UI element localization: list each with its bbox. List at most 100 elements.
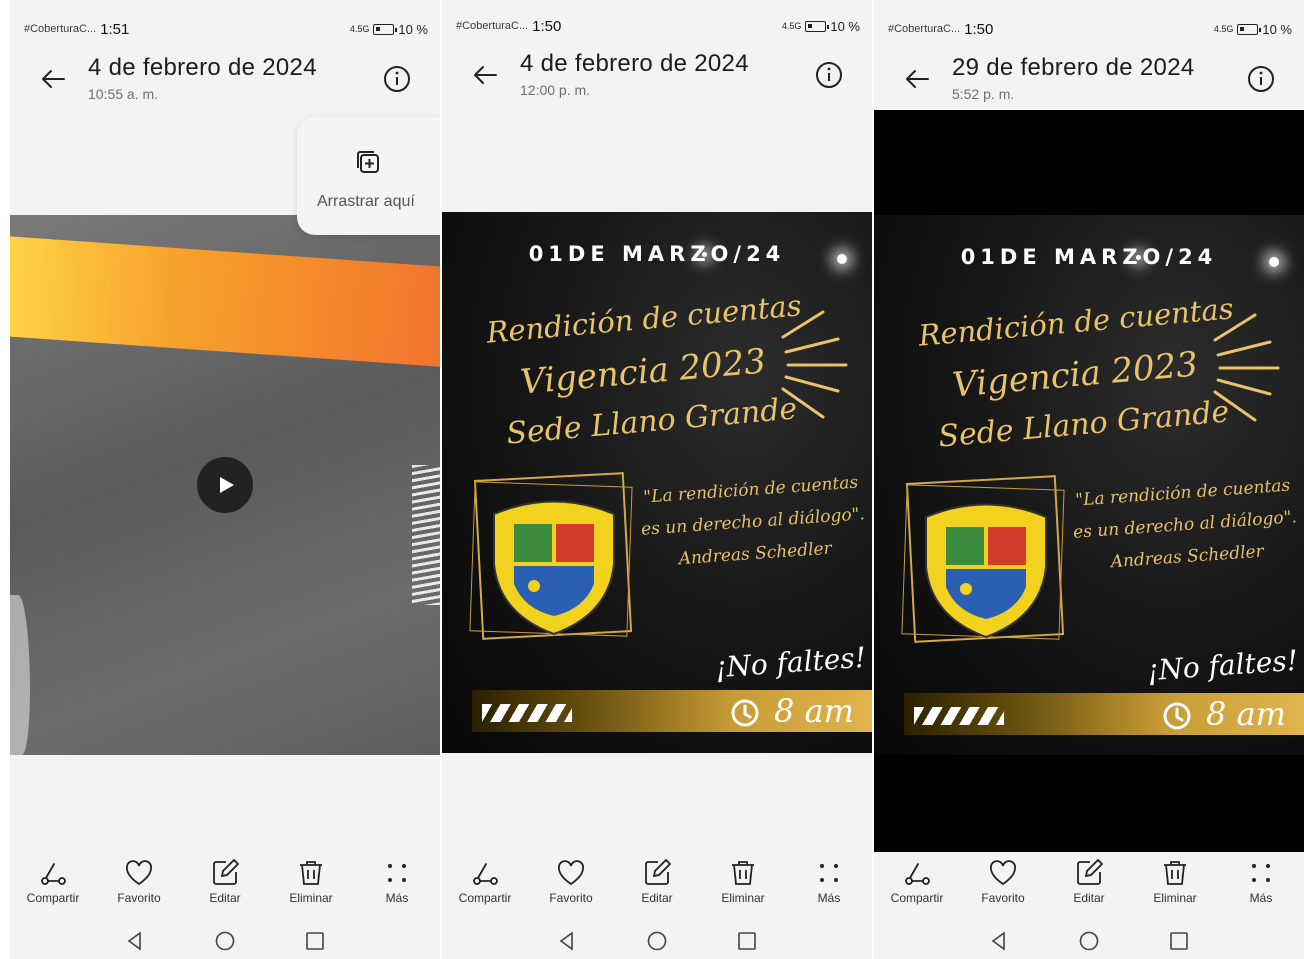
share-icon [473,863,498,885]
delete-button[interactable]: Eliminar [700,858,786,910]
share-icon [41,863,66,885]
clock-icon [1163,702,1191,730]
share-button[interactable]: Compartir [442,858,528,910]
poster-image[interactable]: 01DE MARZO/24 Rendición de cuentas Vigen… [874,215,1304,755]
delete-button[interactable]: Eliminar [1132,858,1218,910]
home-circle-icon[interactable] [214,930,236,952]
back-arrow-icon[interactable] [38,64,68,94]
heart-icon [990,860,1016,886]
favorite-label: Favorito [117,891,161,905]
share-label: Compartir [890,891,944,905]
edit-button[interactable]: Editar [1046,858,1132,910]
share-button[interactable]: Compartir [10,858,96,910]
home-circle-icon[interactable] [646,930,668,952]
battery-icon [805,20,830,32]
photo-header: 4 de febrero de 2024 12:00 p. m. [442,48,872,104]
share-button[interactable]: Compartir [874,858,960,910]
recents-square-icon[interactable] [736,930,758,952]
more-label: Más [385,891,409,905]
status-bar: #CoberturaC... 1:50 4.5G 10 % [456,15,860,37]
share-label: Compartir [458,891,512,905]
back-arrow-icon[interactable] [902,64,932,94]
school-crest-icon [493,500,615,636]
recents-square-icon[interactable] [304,930,326,952]
back-arrow-icon[interactable] [470,60,500,90]
quote-text: "La rendición de cuentas es un derecho a… [1072,475,1298,543]
favorite-label: Favorito [981,891,1025,905]
status-bar: #CoberturaC... 1:50 4.5G 10 % [888,18,1292,40]
delete-button[interactable]: Eliminar [268,858,354,910]
edit-label: Editar [1073,891,1105,905]
stripe-decoration [482,704,572,722]
phone-screen-1: #CoberturaC... 1:51 4.5G 10 % 4 de febre… [10,0,440,959]
photo-time-subtitle: 10:55 a. m. [88,86,159,102]
drag-drop-label: Arrastrar aquí [317,193,415,210]
photo-date-title: 29 de febrero de 2024 [952,54,1195,81]
paper-tear-left [10,595,30,755]
favorite-button[interactable]: Favorito [960,858,1046,910]
play-button[interactable] [197,457,253,513]
back-triangle-icon[interactable] [124,930,146,952]
more-icon [388,864,406,882]
add-to-album-icon [357,151,379,173]
poster-date: 01DE MARZO/24 [960,245,1218,269]
info-icon[interactable] [1246,64,1276,94]
back-triangle-icon[interactable] [556,930,578,952]
heart-icon [558,860,584,886]
more-label: Más [1249,891,1273,905]
poster-time: 8 am [1206,695,1286,733]
quote-author: Andreas Schedler [678,538,833,570]
edit-button[interactable]: Editar [182,858,268,910]
info-icon[interactable] [382,64,412,94]
poster-image[interactable]: 01DE MARZO/24 Rendición de cuentas Vigen… [442,212,872,753]
favorite-button[interactable]: Favorito [528,858,614,910]
share-icon [905,863,930,885]
phone-screen-2: #CoberturaC... 1:50 4.5G 10 % 4 de febre… [442,0,872,959]
heart-icon [126,860,152,886]
recents-square-icon[interactable] [1168,930,1190,952]
home-circle-icon[interactable] [1078,930,1100,952]
more-button[interactable]: Más [354,858,440,910]
signal-icon: 4.5G [781,20,802,31]
photo-header: 4 de febrero de 2024 10:55 a. m. [10,52,440,108]
battery-level: 10 % [830,18,860,34]
clock-time: 1:50 [532,17,562,35]
school-crest-icon [925,503,1047,639]
signal-icon: 4.5G [349,23,370,34]
share-label: Compartir [26,891,80,905]
sunburst-rays [1213,313,1280,422]
poster-time: 8 am [774,692,854,730]
clock-time: 1:50 [964,20,994,38]
more-icon [1252,864,1270,882]
poster-quote: "La rendición de cuentas es un derecho a… [1067,469,1303,581]
more-label: Más [817,891,841,905]
back-triangle-icon[interactable] [988,930,1010,952]
battery-level: 10 % [398,21,428,37]
trash-icon [732,861,754,885]
edit-button[interactable]: Editar [614,858,700,910]
drag-drop-zone[interactable]: Arrastrar aquí [297,117,440,235]
battery-icon [373,23,398,35]
edit-label: Editar [641,891,673,905]
clock-icon [731,699,759,727]
phone-screen-3: #CoberturaC... 1:50 4.5G 10 % 29 de febr… [874,0,1304,959]
more-button[interactable]: Más [786,858,872,910]
clock-time: 1:51 [100,20,130,38]
video-preview[interactable] [10,215,440,755]
trash-icon [300,861,322,885]
favorite-button[interactable]: Favorito [96,858,182,910]
system-nav-bar [442,928,872,954]
favorite-label: Favorito [549,891,593,905]
edit-icon [1077,858,1104,885]
more-button[interactable]: Más [1218,858,1304,910]
orange-banner [10,235,440,369]
system-nav-bar [10,928,440,954]
trash-icon [1164,861,1186,885]
edit-icon [213,858,240,885]
more-icon [820,864,838,882]
paper-tear-right [412,465,440,605]
info-icon[interactable] [814,60,844,90]
stripe-decoration [914,707,1004,725]
delete-label: Eliminar [1153,891,1197,905]
status-bar: #CoberturaC... 1:51 4.5G 10 % [24,18,428,40]
